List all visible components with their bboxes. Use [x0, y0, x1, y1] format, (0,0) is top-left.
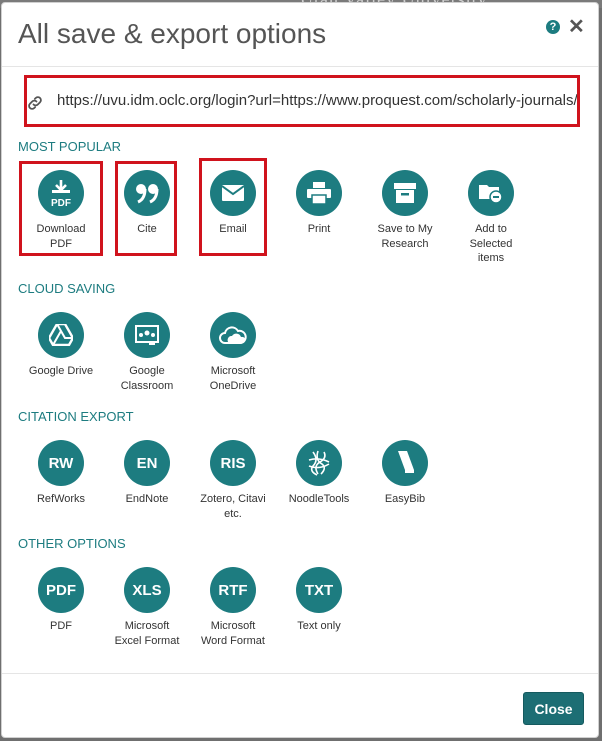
refworks-icon: RW	[38, 440, 84, 486]
google-classroom-button[interactable]: Google Classroom	[104, 312, 190, 393]
section-title-cloud-saving: CLOUD SAVING	[18, 281, 116, 296]
download-pdf-icon: PDF	[38, 170, 84, 216]
tile-label: Zotero, Citavi etc.	[200, 493, 266, 520]
microsoft-onedrive-button[interactable]: Microsoft OneDrive	[190, 312, 276, 393]
ris-export-button[interactable]: RIS Zotero, Citavi etc.	[190, 440, 276, 521]
archive-box-icon	[382, 170, 428, 216]
section-title-other-options: OTHER OPTIONS	[18, 536, 126, 551]
tile-label: Save to My Research	[377, 223, 433, 250]
ris-icon: RIS	[210, 440, 256, 486]
tile-label: Microsoft Excel Format	[114, 620, 180, 647]
quote-icon	[124, 170, 170, 216]
add-to-selected-button[interactable]: Add to Selected items	[448, 170, 534, 266]
tile-label: Print	[307, 223, 331, 235]
tile-label: Download PDF	[36, 223, 86, 250]
dialog-title: All save & export options	[18, 18, 327, 49]
tile-label: Add to Selected items	[469, 223, 513, 264]
save-to-my-research-button[interactable]: Save to My Research	[362, 170, 448, 251]
envelope-icon	[210, 170, 256, 216]
text-only-button[interactable]: TXT Text only	[276, 567, 362, 634]
google-drive-button[interactable]: Google Drive	[18, 312, 104, 379]
tile-label: Text only	[297, 620, 341, 632]
tile-label: Microsoft OneDrive	[209, 365, 257, 392]
folder-add-icon	[468, 170, 514, 216]
tile-label: Cite	[137, 223, 157, 235]
download-pdf-button[interactable]: PDF Download PDF	[18, 170, 104, 251]
tile-label: Google Drive	[28, 365, 94, 377]
permalink-url[interactable]: https://uvu.idm.oclc.org/login?url=https…	[57, 92, 577, 109]
onedrive-cloud-icon	[210, 312, 256, 358]
endnote-icon: EN	[124, 440, 170, 486]
rtf-icon: RTF	[210, 567, 256, 613]
txt-icon: TXT	[296, 567, 342, 613]
close-button[interactable]: Close	[523, 692, 584, 725]
dialog-footer: Close	[2, 673, 598, 738]
section-title-most-popular: MOST POPULAR	[18, 139, 122, 154]
tile-label: Email	[219, 223, 247, 235]
excel-format-button[interactable]: XLS Microsoft Excel Format	[104, 567, 190, 648]
help-icon[interactable]: ?	[546, 20, 560, 34]
pdf-icon: PDF	[38, 567, 84, 613]
permalink-field[interactable]: https://uvu.idm.oclc.org/login?url=https…	[24, 75, 580, 127]
tile-label: NoodleTools	[288, 493, 350, 505]
easybib-icon	[382, 440, 428, 486]
download-pdf-glyph: PDF	[51, 198, 71, 209]
close-icon[interactable]: ✕	[568, 17, 585, 37]
email-button[interactable]: Email	[190, 170, 276, 237]
word-format-button[interactable]: RTF Microsoft Word Format	[190, 567, 276, 648]
easybib-button[interactable]: EasyBib	[362, 440, 448, 507]
refworks-button[interactable]: RW RefWorks	[18, 440, 104, 507]
google-classroom-icon	[124, 312, 170, 358]
tile-label: PDF	[50, 620, 72, 632]
dialog-header: All save & export options ? ✕	[2, 3, 598, 67]
pdf-button[interactable]: PDF PDF	[18, 567, 104, 634]
google-drive-icon	[38, 312, 84, 358]
tile-label: EasyBib	[384, 493, 426, 505]
cite-button[interactable]: Cite	[104, 170, 190, 237]
noodletools-icon	[296, 440, 342, 486]
noodletools-button[interactable]: NoodleTools	[276, 440, 362, 507]
printer-icon	[296, 170, 342, 216]
tile-label: Microsoft Word Format	[201, 620, 265, 647]
link-icon	[28, 96, 42, 110]
tile-label: Google Classroom	[120, 365, 174, 392]
xls-icon: XLS	[124, 567, 170, 613]
endnote-button[interactable]: EN EndNote	[104, 440, 190, 507]
tile-label: RefWorks	[36, 493, 86, 505]
section-title-citation-export: CITATION EXPORT	[18, 409, 134, 424]
tile-label: EndNote	[125, 493, 169, 505]
print-button[interactable]: Print	[276, 170, 362, 237]
save-export-dialog: All save & export options ? ✕ https://uv…	[1, 2, 599, 738]
